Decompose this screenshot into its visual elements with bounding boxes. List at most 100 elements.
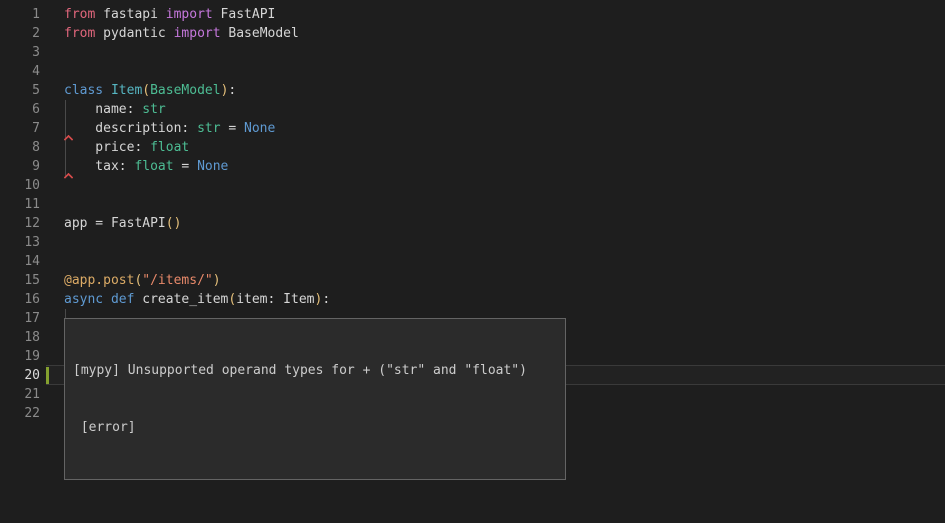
line-number[interactable]: 13	[0, 233, 40, 252]
sign-column	[40, 195, 64, 214]
code-line[interactable]: 16 async def create_item(item: Item):	[0, 290, 945, 309]
code-line[interactable]: 5 class Item(BaseModel):	[0, 81, 945, 100]
line-number[interactable]: 6	[0, 100, 40, 119]
syntax-token: pydantic	[95, 26, 173, 41]
code-line[interactable]: 8 price: float	[0, 138, 945, 157]
line-number[interactable]: 17	[0, 309, 40, 328]
code-text[interactable]: tax: float = None	[64, 157, 228, 176]
line-number[interactable]: 3	[0, 43, 40, 62]
code-line[interactable]: 6 name: str	[0, 100, 945, 119]
syntax-token: from	[64, 7, 95, 22]
syntax-token: description:	[64, 121, 197, 136]
sign-column	[40, 43, 64, 62]
code-line[interactable]: 2 from pydantic import BaseModel	[0, 24, 945, 43]
sign-column	[40, 24, 64, 43]
syntax-token: tax:	[64, 159, 134, 174]
diagnostic-tooltip: [mypy] Unsupported operand types for + (…	[64, 318, 566, 480]
line-number[interactable]: 10	[0, 176, 40, 195]
code-line[interactable]: 7 description: str = None	[0, 119, 945, 138]
sign-column	[40, 233, 64, 252]
code-line[interactable]: 12 app = FastAPI()	[0, 214, 945, 233]
syntax-token: class	[64, 83, 103, 98]
editor-screen: 1 from fastapi import FastAPI 2 from pydant…	[0, 0, 945, 523]
line-number[interactable]: 4	[0, 62, 40, 81]
line-number[interactable]: 19	[0, 347, 40, 366]
syntax-token: float	[150, 140, 189, 155]
line-number[interactable]: 11	[0, 195, 40, 214]
syntax-token: (	[142, 83, 150, 98]
line-number[interactable]: 21	[0, 385, 40, 404]
line-number[interactable]: 9	[0, 157, 40, 176]
code-text[interactable]: @app.post("/items/")	[64, 271, 221, 290]
code-line[interactable]: 15 @app.post("/items/")	[0, 271, 945, 290]
line-number[interactable]: 1	[0, 5, 40, 24]
code-text[interactable]: name: str	[64, 100, 166, 119]
syntax-token	[103, 292, 111, 307]
syntax-token: ()	[166, 216, 182, 231]
code-line[interactable]: 4	[0, 62, 945, 81]
syntax-token: None	[197, 159, 228, 174]
code-text[interactable]: class Item(BaseModel):	[64, 81, 236, 100]
code-line[interactable]: 11	[0, 195, 945, 214]
syntax-token: Item	[111, 83, 142, 98]
line-number[interactable]: 18	[0, 328, 40, 347]
code-text[interactable]: from fastapi import FastAPI	[64, 5, 275, 24]
syntax-token: item: Item	[236, 292, 314, 307]
sign-column	[40, 309, 64, 328]
syntax-token: )	[213, 273, 221, 288]
code-line[interactable]: 14	[0, 252, 945, 271]
syntax-token: FastAPI	[213, 7, 276, 22]
sign-column	[40, 347, 64, 366]
syntax-token: import	[174, 26, 221, 41]
syntax-token: :	[322, 292, 330, 307]
code-text[interactable]: from pydantic import BaseModel	[64, 24, 299, 43]
sign-column	[40, 100, 64, 119]
syntax-token: str	[197, 121, 220, 136]
diagnostic-message: [mypy] Unsupported operand types for + (…	[73, 361, 557, 380]
code-text[interactable]: price: float	[64, 138, 189, 157]
syntax-token: str	[142, 102, 165, 117]
sign-column	[40, 5, 64, 24]
line-number[interactable]: 8	[0, 138, 40, 157]
syntax-token: import	[166, 7, 213, 22]
syntax-token: async	[64, 292, 103, 307]
line-number[interactable]: 22	[0, 404, 40, 423]
line-number[interactable]: 15	[0, 271, 40, 290]
sign-column	[40, 214, 64, 233]
sign-column	[40, 271, 64, 290]
syntax-token	[103, 83, 111, 98]
syntax-token: price:	[64, 140, 150, 155]
sign-column	[40, 81, 64, 100]
syntax-token: BaseModel	[150, 83, 220, 98]
syntax-token: =	[174, 159, 197, 174]
line-number[interactable]: 2	[0, 24, 40, 43]
syntax-token: create_item	[134, 292, 228, 307]
sign-column	[40, 404, 64, 423]
line-number[interactable]: 20	[0, 366, 40, 385]
line-number[interactable]: 5	[0, 81, 40, 100]
error-squiggle-icon	[64, 174, 74, 180]
line-number[interactable]: 16	[0, 290, 40, 309]
code-text[interactable]: async def create_item(item: Item):	[64, 290, 330, 309]
line-number[interactable]: 12	[0, 214, 40, 233]
syntax-token: @app.post	[64, 273, 134, 288]
syntax-token: float	[134, 159, 173, 174]
line-number[interactable]: 7	[0, 119, 40, 138]
code-line[interactable]: 1 from fastapi import FastAPI	[0, 5, 945, 24]
sign-column	[40, 138, 64, 157]
code-text[interactable]: description: str = None	[64, 119, 275, 138]
code-line[interactable]: 10	[0, 176, 945, 195]
line-number[interactable]: 14	[0, 252, 40, 271]
syntax-token: =	[221, 121, 244, 136]
code-line[interactable]: 13	[0, 233, 945, 252]
syntax-token: "/items/"	[142, 273, 212, 288]
code-line[interactable]: 3	[0, 43, 945, 62]
sign-column	[40, 328, 64, 347]
syntax-token: fastapi	[95, 7, 165, 22]
syntax-token: None	[244, 121, 275, 136]
sign-column	[40, 62, 64, 81]
code-line[interactable]: 9 tax: float = None	[0, 157, 945, 176]
sign-column	[40, 176, 64, 195]
code-text[interactable]: app = FastAPI()	[64, 214, 181, 233]
git-added-sign	[46, 367, 49, 384]
